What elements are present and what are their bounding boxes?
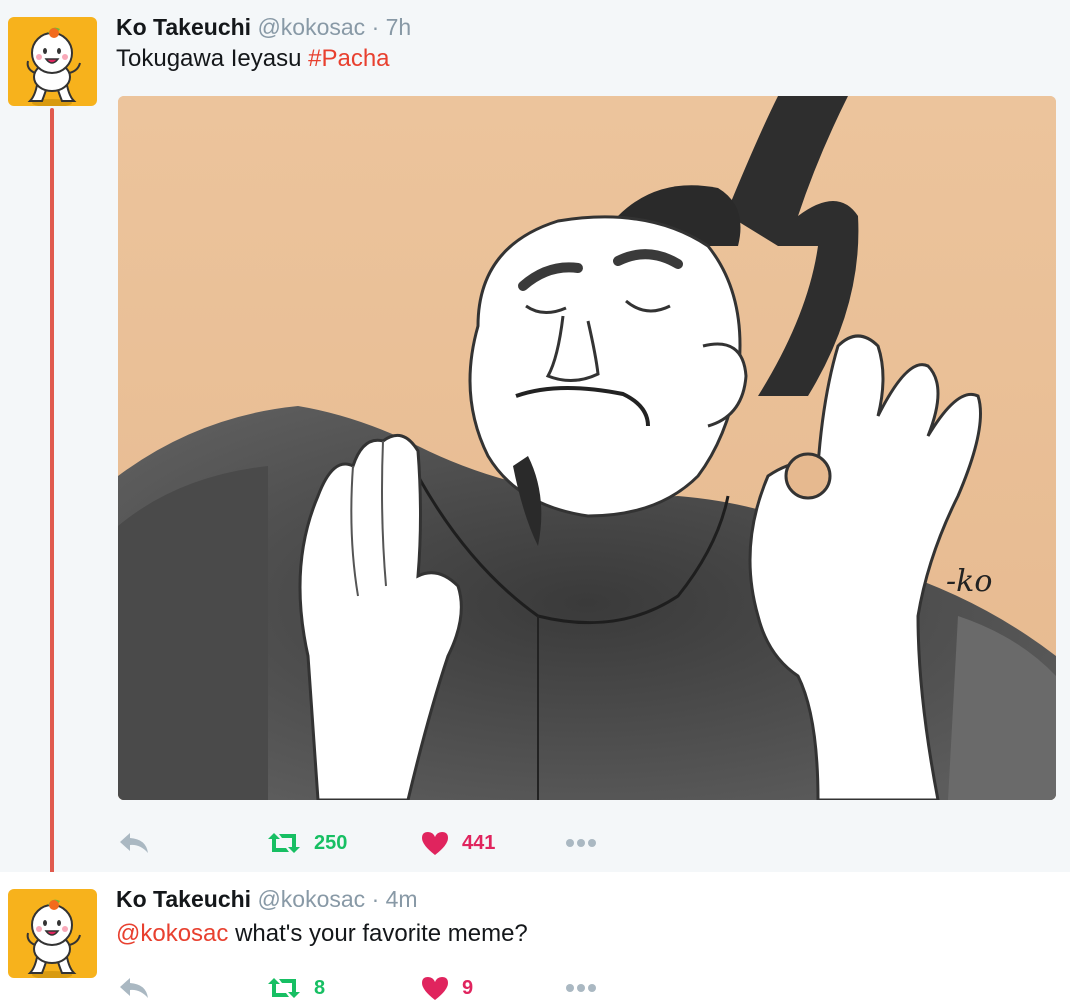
illustration-image: -ko <box>118 96 1056 800</box>
like-count: 441 <box>462 831 496 854</box>
user-handle[interactable]: @kokosac <box>257 14 365 40</box>
reply-button[interactable] <box>118 823 150 863</box>
tweet-media-image[interactable]: -ko <box>118 96 1056 800</box>
avatar[interactable] <box>8 17 97 106</box>
retweet-count: 8 <box>314 976 326 999</box>
hashtag-link[interactable]: #Pacha <box>308 45 389 72</box>
tweet-text: @kokosac what's your favorite meme? <box>116 920 528 948</box>
tweet-actions: 8 9 <box>118 968 718 1008</box>
user-handle[interactable]: @kokosac <box>257 886 365 912</box>
tweet-actions: 250 441 <box>118 823 718 863</box>
more-dots-icon[interactable] <box>566 823 599 863</box>
like-button[interactable]: 441 <box>420 823 495 863</box>
like-button[interactable]: 9 <box>420 968 473 1008</box>
separator-dot: · <box>371 14 380 40</box>
display-name[interactable]: Ko Takeuchi <box>116 886 251 912</box>
like-count: 9 <box>462 976 474 999</box>
tweet-header: Ko Takeuchi @kokosac · 4m <box>116 886 418 913</box>
tweet-text: Tokugawa Ieyasu #Pacha <box>116 45 390 73</box>
tweet-header: Ko Takeuchi @kokosac · 7h <box>116 14 411 41</box>
retweet-count: 250 <box>314 831 348 854</box>
tweet-text-body: Tokugawa Ieyasu <box>116 45 309 72</box>
retweet-icon <box>268 978 300 998</box>
avatar[interactable] <box>8 889 97 978</box>
artist-signature: -ko <box>946 564 992 599</box>
retweet-icon <box>268 833 300 853</box>
display-name[interactable]: Ko Takeuchi <box>116 14 251 40</box>
tweet-text-body: what's your favorite meme? <box>228 920 528 947</box>
more-dots-icon[interactable] <box>566 968 599 1008</box>
separator-dot: · <box>371 886 380 912</box>
tweet[interactable]: Ko Takeuchi @kokosac · 7h Tokugawa Ieyas… <box>0 0 1070 888</box>
thread-connector-line <box>50 108 54 888</box>
timestamp[interactable]: 4m <box>386 886 418 912</box>
heart-icon <box>422 977 448 1000</box>
reply-icon <box>120 833 148 853</box>
tweet[interactable]: Ko Takeuchi @kokosac · 4m @kokosac what'… <box>0 872 1070 1008</box>
reply-icon <box>120 978 148 998</box>
reply-button[interactable] <box>118 968 150 1008</box>
mention-link[interactable]: @kokosac <box>116 920 228 947</box>
retweet-button[interactable]: 250 <box>266 823 347 863</box>
mascot-avatar-icon <box>26 27 81 106</box>
mascot-avatar-icon <box>26 899 81 978</box>
timestamp[interactable]: 7h <box>386 14 412 40</box>
retweet-button[interactable]: 8 <box>266 968 325 1008</box>
heart-icon <box>422 832 448 855</box>
